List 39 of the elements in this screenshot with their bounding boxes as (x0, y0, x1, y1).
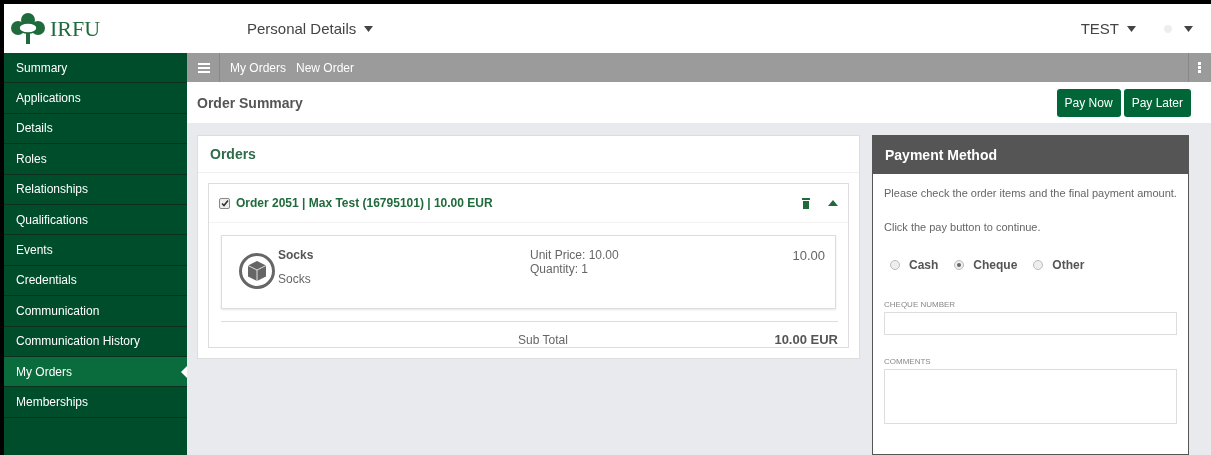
panel-header: Payment Method (873, 136, 1188, 174)
comments-field[interactable] (884, 369, 1177, 424)
collapse-caret-icon[interactable] (828, 200, 838, 206)
radio-button[interactable] (954, 260, 965, 270)
instruction-text: Please check the order items and the final payment amount. (884, 186, 1177, 200)
item-amount: 10.00 (792, 248, 825, 265)
order-title: Order 2051 | Max Test (16795101) | 10.00 EUR (236, 196, 493, 210)
more-options-icon[interactable] (1198, 62, 1201, 73)
order-checkbox[interactable] (219, 197, 230, 209)
subtotal-amount: 10.00 EUR (774, 332, 838, 347)
field-label: COMMENTS (884, 357, 932, 366)
pay-button[interactable]: Pay Now (1056, 88, 1121, 117)
personal-details-menu[interactable]: Personal Details (247, 20, 374, 37)
payment-option[interactable]: Other (1033, 258, 1085, 272)
box-icon (238, 252, 276, 290)
unit-price: Unit Price: 10.00 (530, 248, 619, 262)
instruction-text: Click the pay button to continue. (884, 220, 1042, 234)
page-title: Order Summary (197, 94, 303, 111)
user-menu[interactable]: TEST (1080, 20, 1136, 37)
sidebar-item[interactable]: My Orders (4, 356, 187, 388)
radio-button[interactable] (890, 260, 900, 270)
pay-button[interactable]: Pay Later (1123, 88, 1191, 117)
caret-icon (1184, 25, 1193, 32)
input-field[interactable] (884, 312, 1177, 335)
trash-icon[interactable] (802, 197, 810, 209)
caret-icon (364, 25, 374, 32)
payment-option[interactable]: Cash (890, 258, 939, 272)
quantity: Quantity: 1 (530, 262, 590, 276)
caret-icon (1127, 25, 1136, 32)
payment-option[interactable]: Cheque (954, 258, 1018, 272)
menu-icon[interactable] (198, 62, 210, 73)
radio-button[interactable] (1033, 260, 1044, 270)
item-description: Socks (278, 272, 312, 286)
card-title: Orders (198, 136, 859, 173)
item-name: Socks (278, 248, 315, 262)
shamrock-logo-icon (10, 11, 46, 46)
field-label: CHEQUE NUMBER (884, 300, 957, 309)
subtotal-label: Sub Total (518, 332, 568, 347)
logo-text: IRFU (50, 15, 101, 42)
